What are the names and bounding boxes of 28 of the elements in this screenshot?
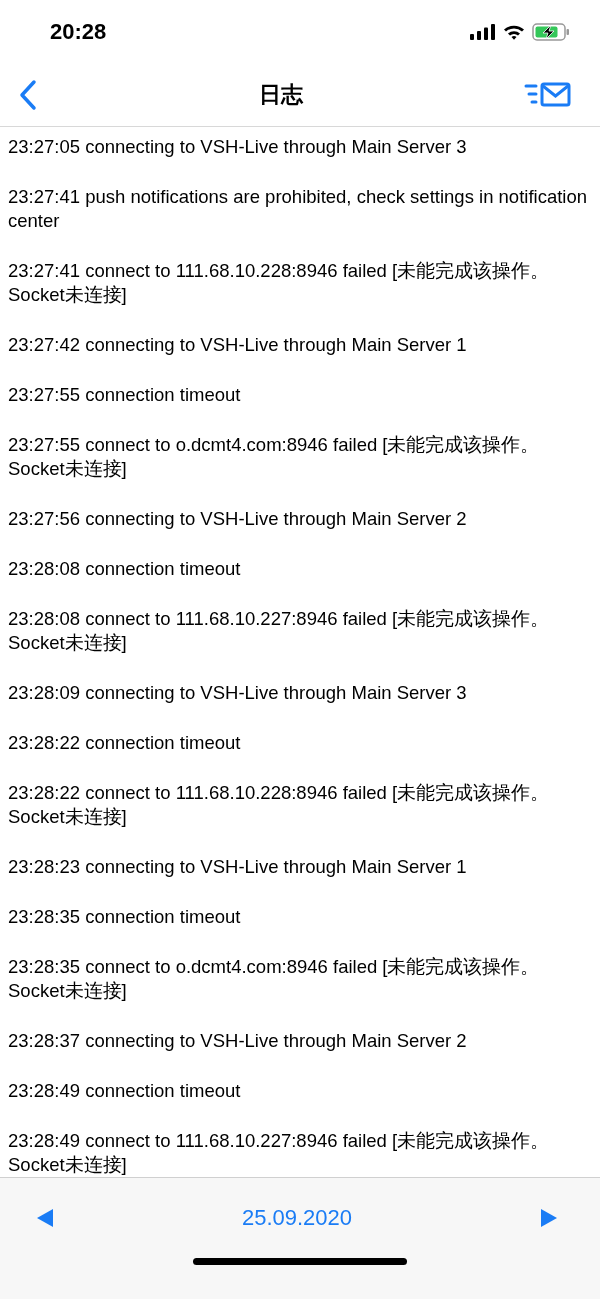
next-icon[interactable] [540,1208,558,1228]
mail-icon[interactable] [524,81,572,108]
date-label[interactable]: 25.09.2020 [241,1205,353,1231]
log-entry: 23:28:49 connection timeout [8,1079,242,1103]
wifi-icon [503,23,525,40]
log-entry: 23:28:22 connection timeout [8,731,242,755]
status-time: 20:28 [50,18,107,45]
log-entry: 23:28:35 connect to o.dcmt4.com:8946 failed [未能完成该操作。Socket未连接] [8,955,541,1003]
log-entry: 23:27:41 push notifications are prohibited, check settings in notification center [8,185,588,233]
log-entry: 23:27:55 connection timeout [8,383,242,407]
log-entry: 23:27:05 connecting to VSH-Live through Main Server 3 [8,135,468,159]
log-entry: 23:28:08 connect to 111.68.10.227:8946 failed [未能完成该操作。Socket未连接] [8,607,551,655]
log-entry: 23:28:37 connecting to VSH-Live through Main Server 2 [8,1029,468,1053]
log-entry: 23:28:49 connect to 111.68.10.227:8946 failed [未能完成该操作。Socket未连接] [8,1129,551,1177]
signal-icon [470,23,496,40]
back-icon[interactable] [18,78,38,111]
log-entry: 23:28:08 connection timeout [8,557,242,581]
log-entry: 23:27:42 connecting to VSH-Live through Main Server 1 [8,333,468,357]
log-entry: 23:28:09 connecting to VSH-Live through Main Server 3 [8,681,468,705]
battery-icon [532,22,570,41]
previous-icon[interactable] [36,1208,54,1228]
nav-title: 日志 [259,80,303,109]
log-entry: 23:27:55 connect to o.dcmt4.com:8946 failed [未能完成该操作。Socket未连接] [8,433,541,481]
log-entry: 23:28:22 connect to 111.68.10.228:8946 failed [未能完成该操作。Socket未连接] [8,781,551,829]
log-entry: 23:28:35 connection timeout [8,905,242,929]
log-entry: 23:27:41 connect to 111.68.10.228:8946 failed [未能完成该操作。Socket未连接] [8,259,551,307]
log-entry: 23:27:56 connecting to VSH-Live through Main Server 2 [8,507,468,531]
log-entry: 23:28:23 connecting to VSH-Live through Main Server 1 [8,855,468,879]
